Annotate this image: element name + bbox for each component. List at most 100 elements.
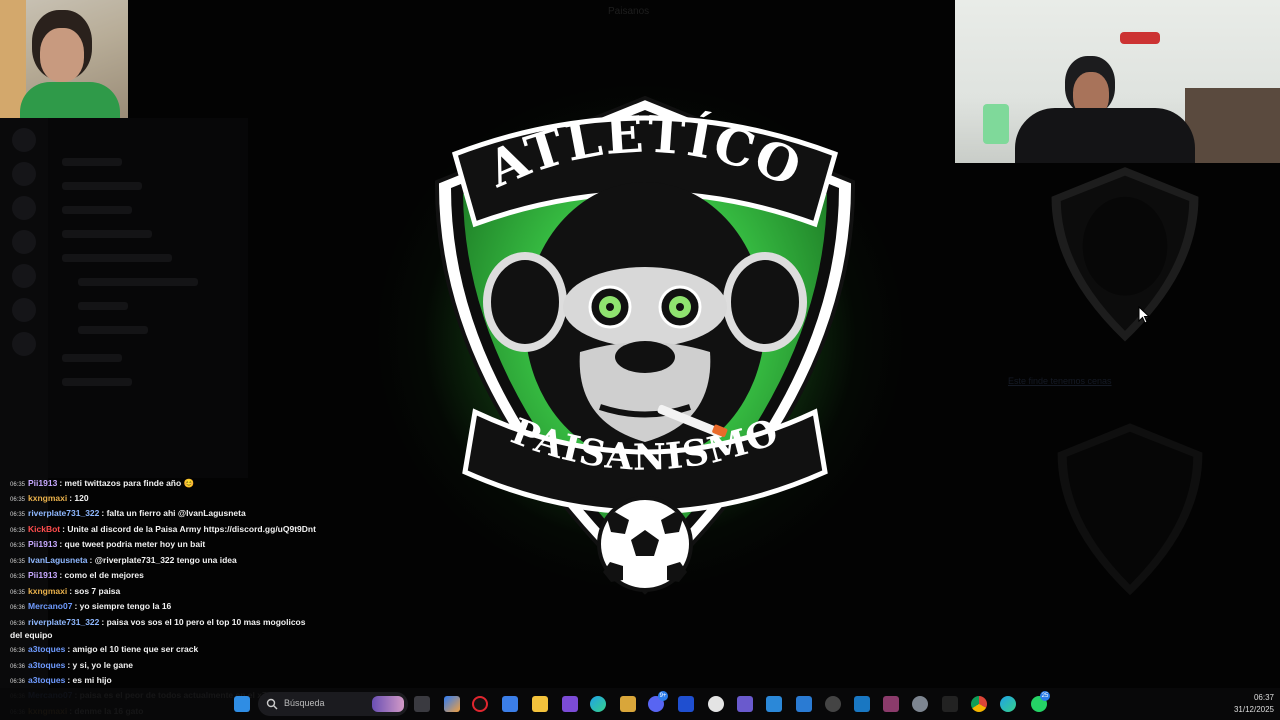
channel-item[interactable] bbox=[62, 378, 132, 386]
chat-timestamp: 06:36 bbox=[10, 605, 26, 611]
channel-list bbox=[48, 118, 248, 478]
chat-text: : sos 7 paisa bbox=[69, 586, 121, 596]
vivaldi-icon[interactable] bbox=[620, 696, 636, 712]
chat-username[interactable]: a3toques bbox=[28, 660, 65, 670]
server-icon[interactable] bbox=[12, 128, 36, 152]
chat-message: 06:35 riverplate731_322: falta un fierro … bbox=[10, 508, 246, 521]
chat-message: 06:35 Pii1913: meti twittazos para finde … bbox=[10, 478, 194, 491]
app-grid-icon[interactable] bbox=[737, 696, 753, 712]
server-icon[interactable] bbox=[12, 332, 36, 356]
chat-message: 06:36 a3toques: y si, yo le gane bbox=[10, 660, 133, 673]
channel-item[interactable] bbox=[62, 230, 152, 238]
chat-username[interactable]: riverplate731_322 bbox=[28, 617, 99, 627]
stream-chat-overlay: 06:35 Pii1913: meti twittazos para finde … bbox=[0, 474, 330, 720]
side-panel-link[interactable]: Este finde tenemos cenas bbox=[1008, 376, 1112, 386]
chat-text: : meti twittazos para finde año 😊 bbox=[59, 478, 195, 488]
channel-item[interactable] bbox=[62, 206, 132, 214]
chat-message: 06:36 a3toques: es mi hijo bbox=[10, 675, 112, 688]
chat-text: : Unite al discord de la Paisa Army http… bbox=[62, 524, 316, 534]
task-view-icon[interactable] bbox=[414, 696, 430, 712]
search-highlight-icon bbox=[372, 696, 404, 712]
chat-username[interactable]: riverplate731_322 bbox=[28, 508, 99, 518]
ccleaner-icon[interactable] bbox=[708, 696, 724, 712]
pen-icon[interactable] bbox=[562, 696, 578, 712]
chat-message: 06:35 KickBot: Unite al discord de la Pai… bbox=[10, 524, 316, 537]
chat-timestamp: 06:36 bbox=[10, 621, 26, 627]
chat-timestamp: 06:36 bbox=[10, 679, 26, 685]
chat-username[interactable]: kxngmaxi bbox=[28, 493, 67, 503]
terminal-icon[interactable] bbox=[942, 696, 958, 712]
cam-wall-object bbox=[1120, 32, 1160, 44]
server-icon[interactable] bbox=[12, 230, 36, 254]
chat-text: : es mi hijo bbox=[67, 675, 112, 685]
channel-item[interactable] bbox=[62, 254, 172, 262]
edge-app-icon[interactable] bbox=[1000, 696, 1016, 712]
chrome-extension-icon[interactable] bbox=[825, 696, 841, 712]
chat-timestamp: 06:35 bbox=[10, 512, 26, 518]
windows-start-icon[interactable] bbox=[234, 696, 250, 712]
window-title: Paisanos bbox=[608, 6, 650, 17]
chat-message: 06:35 kxngmaxi: sos 7 paisa bbox=[10, 586, 120, 599]
chat-username[interactable]: Pii1913 bbox=[28, 539, 57, 549]
chat-text: : amigo el 10 tiene que ser crack bbox=[67, 644, 199, 654]
chat-timestamp: 06:35 bbox=[10, 497, 26, 503]
chat-username[interactable]: a3toques bbox=[28, 675, 65, 685]
person-face bbox=[40, 28, 84, 82]
copilot-icon[interactable] bbox=[444, 696, 460, 712]
chat-message: 06:35 kxngmaxi: 120 bbox=[10, 493, 89, 506]
channel-item[interactable] bbox=[62, 158, 122, 166]
cam-object bbox=[983, 104, 1009, 144]
notepad-icon[interactable] bbox=[796, 696, 812, 712]
chat-text: : 120 bbox=[69, 493, 89, 503]
store-icon[interactable] bbox=[502, 696, 518, 712]
channel-item[interactable] bbox=[78, 278, 198, 286]
edge-icon[interactable] bbox=[590, 696, 606, 712]
file-explorer-icon[interactable] bbox=[532, 696, 548, 712]
person-shirt bbox=[20, 82, 120, 118]
chat-username[interactable]: Pii1913 bbox=[28, 478, 57, 488]
server-icon[interactable] bbox=[12, 298, 36, 322]
webstorm-icon[interactable] bbox=[678, 696, 694, 712]
taskbar-search-box[interactable] bbox=[258, 692, 408, 716]
server-icon[interactable] bbox=[12, 196, 36, 220]
chat-timestamp: 06:36 bbox=[10, 664, 26, 670]
chat-timestamp: 06:35 bbox=[10, 482, 26, 488]
whatsapp-badge: 25 bbox=[1040, 691, 1050, 701]
soccer-ball-icon bbox=[597, 496, 693, 592]
server-icon[interactable] bbox=[12, 264, 36, 288]
channel-item[interactable] bbox=[78, 326, 148, 334]
chat-timestamp: 06:35 bbox=[10, 574, 26, 580]
outlook-icon[interactable] bbox=[854, 696, 870, 712]
person-hoodie bbox=[1015, 108, 1195, 163]
server-icon[interactable] bbox=[12, 162, 36, 186]
chat-text: : yo siempre tengo la 16 bbox=[74, 601, 172, 611]
chat-text: : que tweet podria meter hoy un bait bbox=[59, 539, 206, 549]
chat-username[interactable]: IvanLagusneta bbox=[28, 555, 88, 565]
chat-username[interactable]: Pii1913 bbox=[28, 570, 57, 580]
opera-icon[interactable] bbox=[472, 696, 488, 712]
search-icon bbox=[266, 698, 278, 710]
settings-icon[interactable] bbox=[912, 696, 928, 712]
cam-chair bbox=[1185, 88, 1280, 163]
chat-timestamp: 06:35 bbox=[10, 528, 26, 534]
search-placeholder: Búsqueda bbox=[284, 698, 325, 708]
chat-text: : y si, yo le gane bbox=[67, 660, 134, 670]
chat-message: 06:35 Pii1913: como el de mejores bbox=[10, 570, 144, 583]
chat-timestamp: 06:35 bbox=[10, 543, 26, 549]
webcam-feed-right bbox=[955, 0, 1280, 163]
chat-username[interactable]: KickBot bbox=[28, 524, 60, 534]
mouse-cursor-icon bbox=[1138, 306, 1150, 324]
taskbar-clock-time[interactable]: 06:37 bbox=[1238, 693, 1274, 702]
channel-item[interactable] bbox=[62, 354, 122, 362]
channel-item[interactable] bbox=[62, 182, 142, 190]
chrome-icon[interactable] bbox=[971, 696, 987, 712]
faint-crest-logo bbox=[1057, 423, 1203, 596]
winrar-icon[interactable] bbox=[883, 696, 899, 712]
taskbar-clock-date[interactable]: 31/12/2025 bbox=[1218, 705, 1274, 714]
visual-studio-icon[interactable] bbox=[766, 696, 782, 712]
chat-username[interactable]: kxngmaxi bbox=[28, 586, 67, 596]
chat-message: 06:35 IvanLagusneta: @riverplate731_322 t… bbox=[10, 555, 237, 568]
channel-item[interactable] bbox=[78, 302, 128, 310]
chat-username[interactable]: a3toques bbox=[28, 644, 65, 654]
chat-username[interactable]: Mercano07 bbox=[28, 601, 72, 611]
